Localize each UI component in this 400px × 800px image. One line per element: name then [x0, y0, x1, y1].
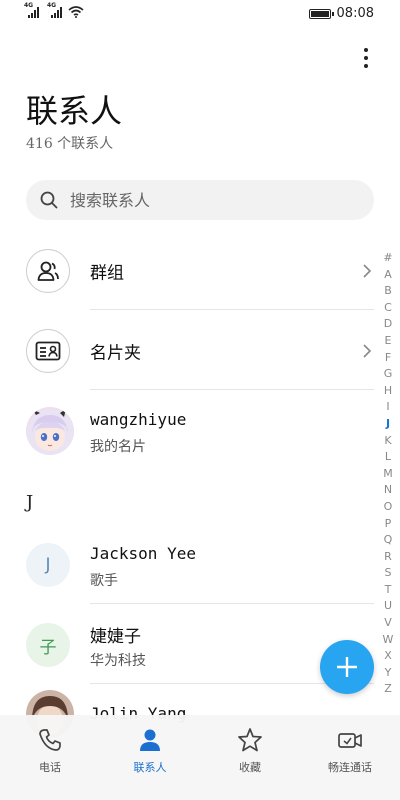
contact-name: Jackson Yee	[90, 544, 196, 563]
tab-favorites[interactable]: 收藏	[200, 727, 300, 787]
video-call-icon	[338, 733, 362, 748]
index-letter[interactable]: T	[385, 582, 392, 599]
more-vertical-icon[interactable]	[356, 44, 376, 72]
groups-row[interactable]: 群组	[26, 232, 374, 310]
index-letter[interactable]: Y	[385, 665, 392, 682]
chevron-right-icon	[363, 344, 372, 358]
search-icon	[40, 191, 58, 209]
contacts-person-icon	[140, 729, 160, 751]
status-left: 4G 4G	[24, 2, 84, 18]
bottom-tab-bar: 电话 联系人 收藏 畅连通话	[0, 715, 400, 800]
add-contact-button[interactable]	[320, 640, 374, 694]
groups-label: 群组	[90, 263, 124, 284]
index-letter[interactable]: I	[386, 399, 389, 416]
index-letter[interactable]: L	[385, 449, 391, 466]
signal-strength-icon: 4G	[24, 2, 39, 18]
my-card-name: wangzhiyue	[90, 410, 187, 429]
index-letter[interactable]: N	[384, 482, 392, 499]
index-letter[interactable]: P	[385, 516, 392, 533]
index-letter[interactable]: F	[385, 350, 391, 367]
search-input[interactable]	[68, 189, 332, 211]
status-right: 08:08	[308, 6, 374, 21]
index-letter[interactable]: A	[384, 267, 392, 284]
index-letter[interactable]: Z	[384, 681, 392, 698]
contact-subtitle: 华为科技	[90, 653, 146, 669]
index-letter[interactable]: #	[383, 250, 392, 267]
my-card-subtitle: 我的名片	[90, 439, 146, 455]
contact-name: 婕婕子	[90, 627, 141, 647]
network-type-label: 4G	[24, 2, 34, 9]
tab-label: 联系人	[133, 761, 167, 774]
contact-subtitle: 歌手	[90, 573, 118, 589]
tab-label: 收藏	[239, 761, 261, 774]
index-letter[interactable]: G	[384, 366, 393, 383]
index-letter[interactable]: O	[384, 499, 393, 516]
network-type-label: 4G	[47, 2, 57, 9]
index-letter[interactable]: D	[384, 316, 392, 333]
tab-video-call[interactable]: 畅连通话	[300, 727, 400, 787]
battery-icon	[308, 8, 334, 19]
divider	[90, 389, 374, 390]
section-header: J	[26, 492, 34, 513]
status-bar: 4G 4G 08:08	[0, 0, 400, 28]
divider	[90, 309, 374, 310]
tab-phone[interactable]: 电话	[0, 727, 100, 787]
my-card-row[interactable]: wangzhiyue 我的名片	[26, 392, 374, 470]
plus-icon	[337, 657, 357, 677]
index-letter[interactable]: W	[383, 632, 394, 649]
tab-contacts[interactable]: 联系人	[100, 727, 200, 787]
index-letter[interactable]: U	[384, 598, 392, 615]
index-letter[interactable]: H	[384, 383, 392, 400]
alphabet-index[interactable]: # A B C D E F G H I J K L M N O P Q R S T U V W X Y Z	[380, 250, 396, 698]
search-bar[interactable]	[26, 180, 374, 220]
avatar	[26, 407, 74, 455]
index-letter[interactable]: C	[384, 300, 392, 317]
index-letter[interactable]: M	[383, 466, 393, 483]
tab-label: 畅连通话	[328, 761, 372, 774]
avatar: J	[26, 543, 70, 587]
clock: 08:08	[336, 6, 374, 21]
index-letter[interactable]: R	[384, 549, 392, 566]
index-letter[interactable]: V	[384, 615, 392, 632]
index-letter[interactable]: J	[386, 416, 390, 433]
tab-label: 电话	[39, 761, 61, 774]
avatar: 子	[26, 623, 70, 667]
star-icon	[238, 728, 262, 752]
phone-icon	[39, 729, 61, 751]
index-letter[interactable]: Q	[384, 532, 393, 549]
contact-count: 416 个联系人	[26, 136, 114, 152]
divider	[90, 603, 374, 604]
contact-row[interactable]: J Jackson Yee 歌手	[26, 526, 374, 604]
page-title: 联系人	[26, 92, 123, 130]
chevron-right-icon	[363, 264, 372, 278]
business-card-row[interactable]: 名片夹	[26, 312, 374, 390]
wifi-icon	[68, 6, 84, 18]
index-letter[interactable]: B	[384, 283, 392, 300]
index-letter[interactable]: S	[385, 565, 392, 582]
index-letter[interactable]: E	[385, 333, 392, 350]
business-card-label: 名片夹	[90, 343, 141, 364]
index-letter[interactable]: X	[384, 648, 392, 665]
group-person-icon	[26, 249, 70, 293]
signal-strength-icon: 4G	[47, 2, 62, 18]
business-card-icon	[26, 329, 70, 373]
index-letter[interactable]: K	[384, 433, 391, 450]
